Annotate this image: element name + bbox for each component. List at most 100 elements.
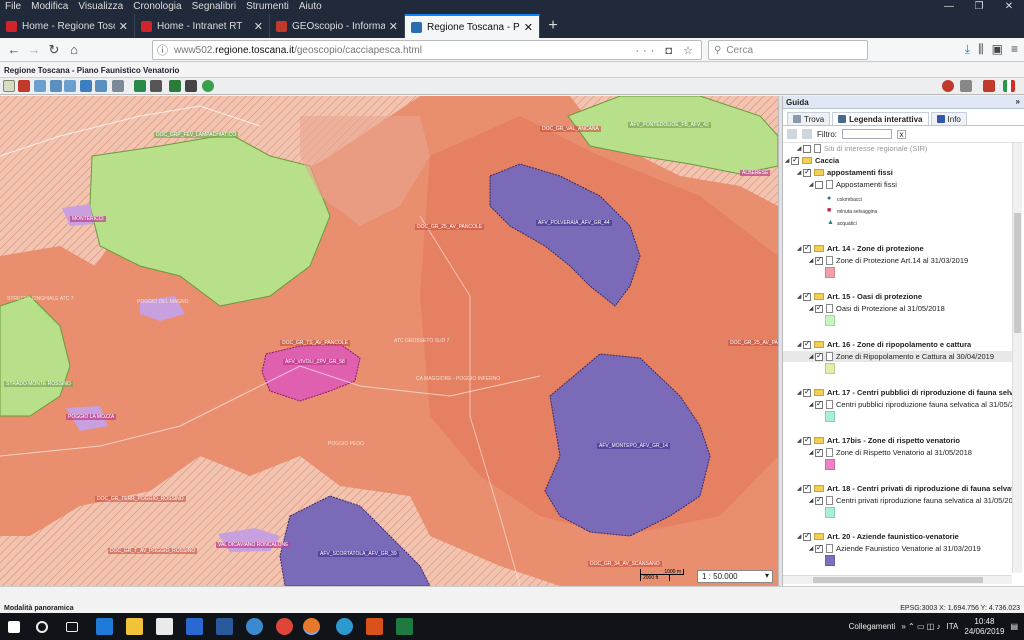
- hamburger-menu-icon[interactable]: ≡: [1011, 42, 1018, 57]
- menu-item-file[interactable]: File: [0, 0, 26, 14]
- scroll-thumb[interactable]: [1014, 213, 1021, 333]
- browser-tab[interactable]: GEOscopio - Informazione geo ✕: [270, 14, 405, 38]
- expand-toggle-icon[interactable]: ◢: [807, 305, 815, 312]
- layer-checkbox[interactable]: [815, 399, 823, 409]
- expand-toggle-icon[interactable]: ◢: [795, 293, 803, 300]
- print-icon[interactable]: [150, 80, 162, 92]
- help-icon[interactable]: [983, 80, 995, 92]
- layer-checkbox[interactable]: [803, 339, 811, 349]
- layer-checkbox[interactable]: [815, 543, 823, 553]
- legend-layer[interactable]: ◢ Appostamenti fissi: [807, 179, 897, 190]
- collapse-all-icon[interactable]: [802, 129, 812, 139]
- expand-toggle-icon[interactable]: ◢: [807, 449, 815, 456]
- expand-toggle-icon[interactable]: ◢: [795, 485, 803, 492]
- tab-close-icon[interactable]: ✕: [119, 20, 128, 33]
- legend-layer[interactable]: ◢ Centri pubblici riproduzione fauna selv…: [807, 399, 1012, 410]
- identify-icon[interactable]: [185, 80, 197, 92]
- menu-item-segnalibri[interactable]: Segnalibri: [187, 0, 241, 14]
- legend-group[interactable]: ◢ Art. 14 - Zone di protezione: [795, 243, 924, 254]
- close-icon[interactable]: ✕: [994, 0, 1024, 14]
- minimize-icon[interactable]: —: [934, 0, 964, 14]
- layer-checkbox[interactable]: [803, 291, 811, 301]
- scale-select[interactable]: 1 : 50.000: [697, 570, 773, 583]
- store-icon[interactable]: [156, 618, 173, 635]
- task-view-icon[interactable]: [66, 622, 78, 632]
- globe-icon[interactable]: [202, 80, 214, 92]
- legend-group[interactable]: ◢ Art. 18 - Centri privati di riproduzion…: [795, 483, 1012, 494]
- browser-tab[interactable]: Home - Intranet RT ✕: [135, 14, 270, 38]
- new-tab-icon[interactable]: +: [540, 14, 566, 38]
- expand-toggle-icon[interactable]: ◢: [807, 181, 815, 188]
- panel-tab-legenda-interattiva[interactable]: Legenda interattiva: [832, 112, 929, 125]
- app-icon-2[interactable]: [246, 618, 263, 635]
- windows-start-icon[interactable]: [8, 621, 20, 633]
- language-indicator[interactable]: ITA: [947, 622, 959, 631]
- legend-layer[interactable]: ◢ Zone di Ripopolamento e Cattura al 30/0…: [783, 351, 1012, 362]
- layer-checkbox[interactable]: [803, 483, 811, 493]
- expand-toggle-icon[interactable]: ◢: [807, 545, 815, 552]
- unlink-icon[interactable]: [942, 80, 954, 92]
- clear-tool-icon[interactable]: [18, 80, 30, 92]
- layer-checkbox[interactable]: [803, 387, 811, 397]
- tray-icons[interactable]: » ⌃ ▭ ◫ ♪: [901, 622, 940, 631]
- menu-item-strumenti[interactable]: Strumenti: [241, 0, 294, 14]
- layer-checkbox[interactable]: [815, 180, 823, 189]
- info-icon[interactable]: ⓘ: [157, 42, 168, 58]
- firefox-icon[interactable]: [303, 618, 320, 635]
- zoom-in-icon[interactable]: [34, 80, 46, 92]
- url-bar[interactable]: ⓘ www502.regione.toscana.it/geoscopio/ca…: [152, 40, 702, 60]
- mail-icon[interactable]: [186, 618, 203, 635]
- expand-toggle-icon[interactable]: ◢: [807, 401, 815, 408]
- measure-icon[interactable]: [112, 80, 124, 92]
- horizontal-scrollbar[interactable]: [783, 575, 1012, 584]
- download-icon[interactable]: ⤓: [965, 42, 970, 57]
- expand-toggle-icon[interactable]: ◢: [795, 169, 803, 176]
- panel-tab-trova[interactable]: Trova: [787, 112, 831, 125]
- search-input[interactable]: ⚲ Cerca: [708, 40, 868, 60]
- zoom-out-icon[interactable]: [50, 80, 62, 92]
- filter-clear-button[interactable]: x: [897, 129, 906, 139]
- expand-toggle-icon[interactable]: ◢: [795, 341, 803, 348]
- expand-toggle-icon[interactable]: ◢: [795, 533, 803, 540]
- expand-toggle-icon[interactable]: ◢: [807, 257, 815, 264]
- restore-icon[interactable]: ❐: [964, 0, 994, 14]
- select-tool-icon[interactable]: [169, 80, 181, 92]
- layer-checkbox[interactable]: [803, 243, 811, 253]
- layer-checkbox[interactable]: [803, 435, 811, 445]
- layer-checkbox[interactable]: [815, 351, 823, 361]
- previous-view-icon[interactable]: [134, 80, 146, 92]
- home-icon[interactable]: ⌂: [66, 42, 82, 58]
- expand-toggle-icon[interactable]: ◢: [795, 145, 803, 152]
- expand-toggle-icon[interactable]: ◢: [807, 353, 815, 360]
- notifications-icon[interactable]: ▤: [1010, 622, 1018, 631]
- menu-item-aiuto[interactable]: Aiuto: [294, 0, 327, 14]
- legend-layer[interactable]: ◢ Zone di Rispetto Venatorio al 31/05/201…: [807, 447, 972, 458]
- reload-icon[interactable]: ↻: [46, 42, 62, 58]
- explorer-icon[interactable]: [126, 618, 143, 635]
- legend-layer[interactable]: ◢ Siti di interesse regionale (SIR): [795, 143, 927, 154]
- menu-item-modifica[interactable]: Modifica: [26, 0, 73, 14]
- legend-group[interactable]: ◢ Art. 20 - Aziende faunistico-venatorie: [795, 531, 959, 542]
- settings-icon[interactable]: [960, 80, 972, 92]
- menu-item-cronologia[interactable]: Cronologia: [128, 0, 186, 14]
- excel-icon[interactable]: [396, 618, 413, 635]
- links-toolbar[interactable]: Collegamenti: [849, 622, 896, 631]
- layer-checkbox[interactable]: [803, 144, 811, 153]
- expand-toggle-icon[interactable]: ◢: [795, 245, 803, 252]
- zoom-extent-icon[interactable]: [80, 80, 92, 92]
- vertical-scrollbar[interactable]: [1012, 143, 1022, 573]
- legend-group[interactable]: ◢ Art. 16 - Zone di ripopolamento e cattu…: [795, 339, 972, 350]
- legend-layer[interactable]: ◢ Oasi di Protezione al 31/05/2018: [807, 303, 945, 314]
- zoom-layer-icon[interactable]: [95, 80, 107, 92]
- hscroll-thumb[interactable]: [813, 577, 983, 583]
- legend-group[interactable]: ◢ Art. 15 - Oasi di protezione: [795, 291, 922, 302]
- layer-checkbox[interactable]: [803, 167, 811, 177]
- layer-checkbox[interactable]: [803, 531, 811, 541]
- layer-checkbox[interactable]: [815, 447, 823, 457]
- layer-checkbox[interactable]: [815, 303, 823, 313]
- library-icon[interactable]: ⫼: [978, 42, 984, 57]
- legend-group[interactable]: ◢ Caccia: [783, 155, 840, 166]
- layer-checkbox[interactable]: [815, 495, 823, 505]
- app-icon-1[interactable]: [216, 618, 233, 635]
- tab-close-icon[interactable]: ✕: [254, 20, 263, 33]
